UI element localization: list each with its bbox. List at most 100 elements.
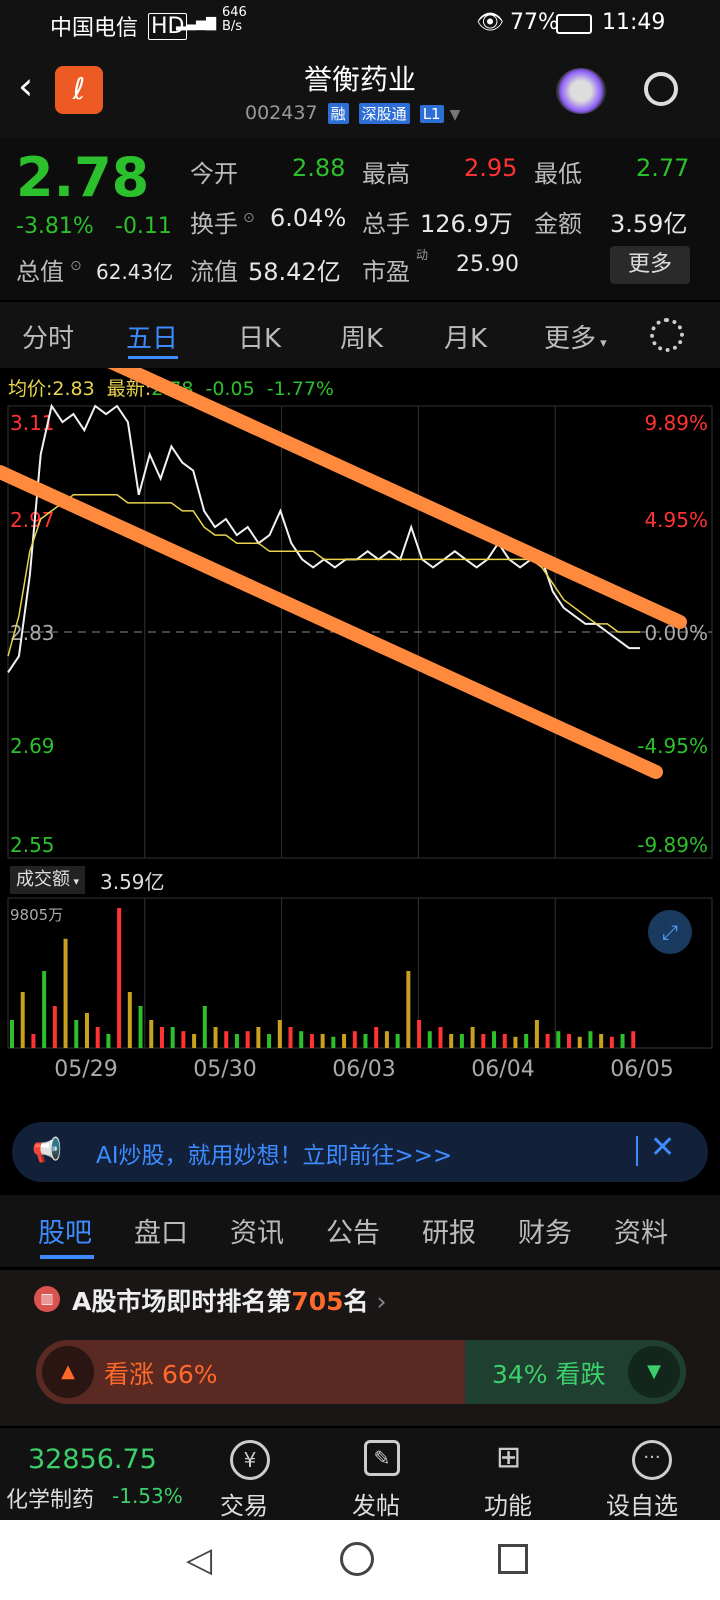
grid-icon[interactable]: ⊞ — [496, 1440, 521, 1475]
volume-bar — [202, 1006, 207, 1048]
system-nav-bar: ◁ — [0, 1520, 720, 1600]
status-bar: 中国电信 HD ▂▃▅▇ 646 B/s 👁 77% 11:49 — [0, 0, 720, 50]
y-tick-right: -4.95% — [637, 734, 708, 758]
float-label: 流值 — [190, 258, 238, 286]
tab-finance[interactable]: 财务 — [518, 1211, 572, 1250]
volume-bar — [42, 971, 47, 1048]
expand-icon[interactable]: ⤢ — [648, 910, 692, 954]
nav-functions[interactable]: 功能 — [484, 1486, 532, 1521]
gear-icon[interactable] — [650, 318, 684, 352]
content-tabs: 股吧 盘口 资讯 公告 研报 财务 资料 — [0, 1195, 720, 1267]
pe-sup: 动 — [416, 248, 429, 262]
volume-bar — [95, 1027, 100, 1048]
tab-weekly-k[interactable]: 周K — [340, 318, 383, 355]
rank-icon: ▥ — [34, 1286, 60, 1312]
volume-bar — [363, 1034, 368, 1048]
index-name[interactable]: 化学制药 — [6, 1482, 94, 1514]
bull-label: 看涨 66% — [104, 1360, 218, 1389]
volume-bar — [20, 992, 25, 1048]
tag-margin: 融 — [327, 103, 349, 124]
volume-bar — [352, 1031, 357, 1048]
volume-bar — [470, 1027, 475, 1048]
trend-line-lower — [0, 465, 663, 779]
more-button[interactable]: 更多 — [610, 246, 690, 284]
info-icon: ⊙ — [70, 258, 82, 274]
tab-forum[interactable]: 股吧 — [38, 1211, 92, 1250]
amount-value: 3.59亿 — [610, 210, 688, 238]
volume-bar — [556, 1031, 561, 1048]
volume-bar — [599, 1034, 604, 1048]
close-icon[interactable]: ✕ — [650, 1130, 675, 1165]
bull-arrow-icon[interactable]: ▲ — [42, 1346, 94, 1398]
volume-bar — [331, 1036, 336, 1048]
current-price: 2.78 — [16, 146, 150, 209]
volume-bar — [395, 1034, 400, 1048]
quote-panel: 2.78 -3.81% -0.11 总值 ⊙ 62.43亿 今开 2.88 最高… — [0, 138, 720, 300]
volume-bar — [406, 971, 411, 1048]
nav-post[interactable]: 发帖 — [352, 1486, 400, 1521]
volume-bar — [52, 1006, 57, 1048]
promo-text: AI炒股，就用妙想！立即前往>>> — [96, 1143, 453, 1169]
tab-intraday[interactable]: 分时 — [22, 318, 74, 355]
volume-dropdown[interactable]: 成交额 ▾ — [10, 866, 86, 894]
volume-bar — [320, 1034, 325, 1048]
high-value: 2.95 — [464, 154, 518, 182]
change-pct: -3.81% — [16, 214, 94, 239]
edit-icon[interactable]: ✎ — [364, 1440, 400, 1476]
tab-news[interactable]: 资讯 — [230, 1211, 284, 1250]
rank-text[interactable]: A股市场即时排名第705名 › — [72, 1282, 387, 1318]
x-tick-label: 06/05 — [610, 1057, 673, 1082]
vote-bar: ▲ 看涨 66% 34% 看跌 ▼ — [36, 1340, 686, 1404]
search-icon[interactable] — [644, 72, 678, 106]
volume-bar — [117, 908, 122, 1048]
volume-label: 总手 — [362, 210, 410, 238]
tab-profile[interactable]: 资料 — [614, 1211, 668, 1250]
back-triangle-icon[interactable]: ◁ — [186, 1540, 212, 1580]
index-value[interactable]: 32856.75 — [28, 1444, 157, 1475]
x-tick-label: 05/29 — [54, 1057, 117, 1082]
volume-bar — [181, 1031, 186, 1048]
stock-code-row[interactable]: 002437 融 深股通 L1 ▼ — [245, 102, 460, 124]
megaphone-icon: 📢 — [32, 1136, 62, 1164]
sentiment-panel: ▥ A股市场即时排名第705名 › ▲ 看涨 66% 34% 看跌 ▼ — [0, 1270, 720, 1426]
tab-announcements[interactable]: 公告 — [326, 1211, 380, 1250]
volume-bar — [459, 1034, 464, 1048]
more-dots-icon[interactable]: ··· — [632, 1440, 672, 1480]
tab-daily-k[interactable]: 日K — [238, 318, 281, 355]
volume-value: 126.9万 — [420, 210, 513, 238]
home-circle-icon[interactable] — [340, 1542, 374, 1576]
nav-add-watchlist[interactable]: 设自选 — [606, 1486, 678, 1521]
volume-bar — [481, 1034, 486, 1048]
battery-pct: 77% — [510, 10, 559, 35]
nav-trade[interactable]: 交易 — [220, 1486, 268, 1521]
yen-icon[interactable]: ¥ — [230, 1440, 270, 1480]
volume-bar — [245, 1031, 250, 1048]
x-tick-label: 05/30 — [193, 1057, 256, 1082]
volume-bar — [309, 1034, 314, 1048]
bear-arrow-icon[interactable]: ▼ — [628, 1346, 680, 1398]
tab-more[interactable]: 更多 ▾ — [544, 318, 607, 355]
signal-icon: ▂▃▅▇ — [176, 16, 216, 31]
robot-assistant-icon[interactable] — [556, 68, 606, 114]
y-tick-right: 9.89% — [644, 411, 708, 435]
volume-bar — [342, 1034, 347, 1048]
bull-fill[interactable] — [36, 1340, 465, 1404]
ai-promo-bar[interactable]: 📢 AI炒股，就用妙想！立即前往>>> ✕ — [12, 1122, 708, 1182]
volume-bar — [609, 1036, 614, 1048]
volume-bar — [277, 1020, 282, 1048]
recent-square-icon[interactable] — [498, 1544, 528, 1574]
volume-bar — [502, 1034, 507, 1048]
tab-five-day[interactable]: 五日 — [126, 318, 178, 355]
tab-order-book[interactable]: 盘口 — [134, 1211, 188, 1250]
volume-bar — [299, 1031, 304, 1048]
x-tick-label: 06/03 — [332, 1057, 395, 1082]
pe-value: 25.90 — [456, 252, 519, 277]
volume-bar — [127, 992, 132, 1048]
tab-research[interactable]: 研报 — [422, 1211, 476, 1250]
volume-bar — [288, 1027, 293, 1048]
float-value: 58.42亿 — [248, 258, 341, 286]
volume-frame — [7, 897, 713, 1049]
five-day-chart[interactable]: 均价:2.83 最新:2.78 -0.05 -1.77% 3.112.972.8… — [0, 368, 720, 1090]
volume-bar — [138, 1006, 143, 1048]
tab-monthly-k[interactable]: 月K — [444, 318, 487, 355]
